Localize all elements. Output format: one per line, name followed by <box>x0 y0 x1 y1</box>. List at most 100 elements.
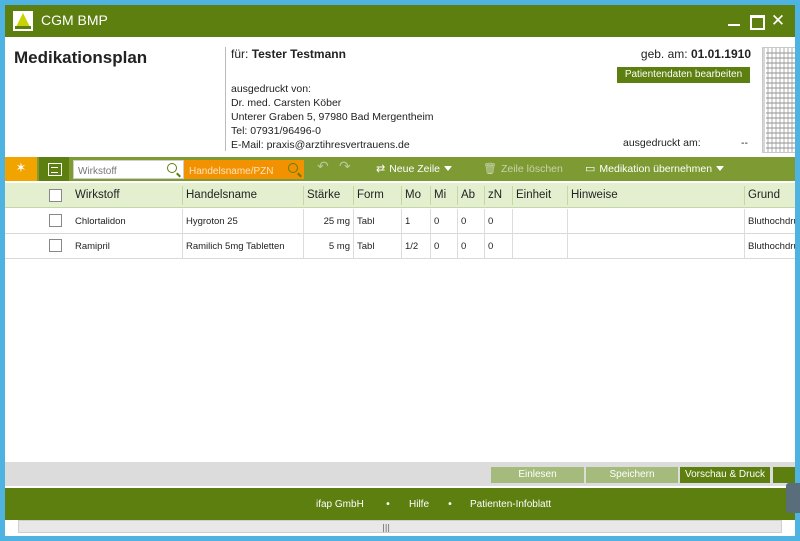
redo-icon[interactable]: ↷ <box>339 159 351 175</box>
speichern-button[interactable]: Speichern <box>586 467 678 483</box>
title-bar: CGM BMP ✕ <box>5 5 795 37</box>
doctor-name: Dr. med. Carsten Köber <box>231 97 342 109</box>
preview-print-button[interactable]: Vorschau & Druck <box>680 467 770 483</box>
cell-divider <box>484 234 485 259</box>
barcode-image <box>762 47 795 153</box>
handelsname-search-input[interactable] <box>184 160 304 179</box>
cell-form: Tabl <box>357 216 375 227</box>
col-mo[interactable]: Mo <box>405 189 421 201</box>
take-medication-button[interactable]: ▭ Medikation übernehmen <box>585 162 725 175</box>
cell-zn: 0 <box>488 241 494 252</box>
cell-divider <box>430 209 431 234</box>
table-row[interactable]: Chlortalidon Hygroton 25 25 mg Tabl 1 0 … <box>5 209 795 234</box>
row-checkbox[interactable] <box>49 239 62 252</box>
printed-on-value: -- <box>741 137 748 149</box>
cell-divider <box>303 209 304 234</box>
trash-icon: 🗑 <box>483 163 497 175</box>
cell-divider <box>303 234 304 259</box>
app-title: CGM BMP <box>41 12 108 28</box>
cell-divider <box>353 209 354 234</box>
minimize-icon[interactable] <box>723 10 745 32</box>
delete-row-button[interactable]: 🗑 Zeile löschen <box>483 162 563 175</box>
col-form[interactable]: Form <box>357 189 384 201</box>
cell-handelsname: Hygroton 25 <box>186 216 238 227</box>
side-panel-tab[interactable] <box>786 483 800 513</box>
edit-patient-button[interactable]: Patientendaten bearbeiten <box>617 67 750 83</box>
dob-value: 01.01.1910 <box>690 47 751 61</box>
cell-divider <box>457 209 458 234</box>
col-mi[interactable]: Mi <box>434 189 446 201</box>
undo-icon[interactable]: ↶ <box>317 159 329 175</box>
maximize-icon[interactable] <box>745 10 767 32</box>
col-hinweise[interactable]: Hinweise <box>571 189 618 201</box>
column-divider <box>182 186 183 205</box>
take-medication-label: Medikation übernehmen <box>599 163 713 175</box>
cell-wirkstoff: Chlortalidon <box>75 216 126 227</box>
chevron-down-icon <box>444 166 452 171</box>
search-icon[interactable] <box>167 163 177 173</box>
folder-import-icon: ▭ <box>585 163 596 175</box>
cell-divider <box>512 209 513 234</box>
new-row-button[interactable]: ⇄ Neue Zeile <box>376 162 452 175</box>
app-window: CGM BMP ✕ Medikationsplan für: Tester Te… <box>5 5 795 536</box>
cell-divider <box>484 209 485 234</box>
col-zn[interactable]: zN <box>488 189 502 201</box>
chevron-down-icon <box>716 166 725 171</box>
printed-on-label: ausgedruckt am: <box>623 137 701 149</box>
cell-divider <box>457 234 458 259</box>
footer-separator: • <box>385 499 391 510</box>
cell-divider <box>567 234 568 259</box>
column-divider <box>457 186 458 205</box>
einlesen-button[interactable]: Einlesen <box>491 467 584 483</box>
footer-separator: • <box>447 499 453 510</box>
date-of-birth: geb. am: 01.01.1910 <box>641 47 751 61</box>
column-divider <box>567 186 568 205</box>
header-divider <box>225 47 226 151</box>
cell-grund: Bluthochdruck <box>748 241 795 252</box>
doctor-email: E-Mail: praxis@arztihresvertrauens.de <box>231 139 410 151</box>
cell-divider <box>744 234 745 259</box>
cell-divider <box>182 209 183 234</box>
column-divider <box>303 186 304 205</box>
delete-row-label: Zeile löschen <box>500 163 563 175</box>
cell-grund: Bluthochdruck <box>748 216 795 227</box>
column-divider <box>401 186 402 205</box>
horizontal-scrollbar[interactable]: ||| <box>18 520 782 533</box>
col-handelsname[interactable]: Handelsname <box>186 189 257 201</box>
cell-form: Tabl <box>357 241 375 252</box>
footer <box>5 488 795 520</box>
table-row[interactable]: Ramipril Ramilich 5mg Tabletten 5 mg Tab… <box>5 234 795 259</box>
scroll-grip-icon[interactable]: ||| <box>382 523 390 532</box>
cell-mo: 1/2 <box>405 241 419 252</box>
col-einheit[interactable]: Einheit <box>516 189 551 201</box>
dob-label: geb. am: <box>640 47 688 61</box>
col-staerke[interactable]: Stärke <box>307 189 340 201</box>
cell-mi: 0 <box>434 241 440 252</box>
cell-mi: 0 <box>434 216 440 227</box>
table-header: Wirkstoff Handelsname Stärke Form Mo Mi … <box>5 183 795 208</box>
cell-mo: 1 <box>405 216 411 227</box>
printed-by-label: ausgedruckt von: <box>231 83 311 95</box>
page-title: Medikationsplan <box>14 48 148 67</box>
toolbar: ✶ ↶ ↷ ⇄Neue Zeile 🗑Zeile löschen ▭Medika… <box>5 157 795 181</box>
favorites-icon[interactable]: ✶ <box>5 157 37 181</box>
cell-ab: 0 <box>461 216 467 227</box>
cell-divider <box>353 234 354 259</box>
cell-divider <box>512 234 513 259</box>
column-divider <box>512 186 513 205</box>
row-checkbox[interactable] <box>49 214 62 227</box>
search-icon[interactable] <box>288 163 298 173</box>
col-grund[interactable]: Grund <box>748 189 780 201</box>
footer-link-hilfe[interactable]: Hilfe <box>409 499 429 510</box>
cgm-logo-icon <box>13 11 33 31</box>
footer-link-ifap[interactable]: ifap GmbH <box>316 499 364 510</box>
more-button[interactable] <box>773 467 795 483</box>
select-all-checkbox[interactable] <box>49 189 62 202</box>
list-view-icon[interactable] <box>39 157 69 181</box>
cell-wirkstoff: Ramipril <box>75 241 110 252</box>
col-wirkstoff[interactable]: Wirkstoff <box>75 189 120 201</box>
col-ab[interactable]: Ab <box>461 189 475 201</box>
footer-link-infoblatt[interactable]: Patienten-Infoblatt <box>470 499 551 510</box>
new-row-label: Neue Zeile <box>389 163 440 175</box>
close-icon[interactable]: ✕ <box>767 10 789 32</box>
